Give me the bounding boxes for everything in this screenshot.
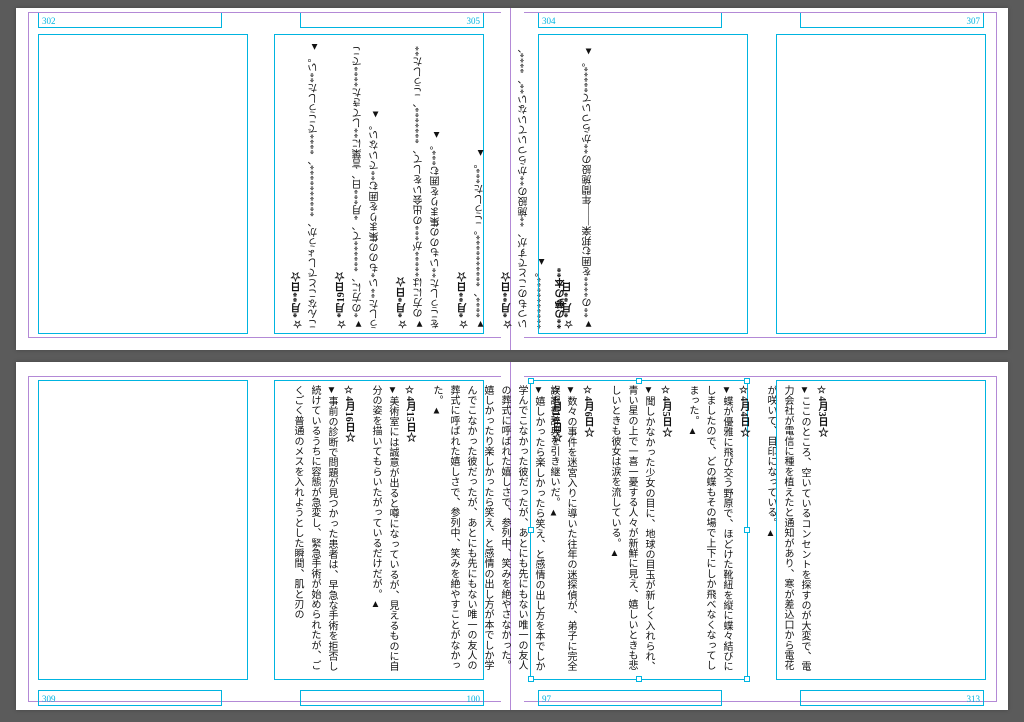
- story-text: [777, 35, 785, 333]
- resize-handle[interactable]: [636, 378, 642, 384]
- text-frame[interactable]: [776, 34, 986, 334]
- text-frame[interactable]: [38, 380, 248, 680]
- resize-handle[interactable]: [528, 676, 534, 682]
- layout-canvas[interactable]: 302 305 304 307 ☆*月**日☆こんなことでしょうか、******…: [0, 0, 1024, 722]
- page-number: 100: [467, 694, 481, 704]
- spread-bottom: ☆4月14日☆▼嬉しかったら楽しかったら笑え、と感情の出し方を本でしか学んでこな…: [16, 362, 1008, 710]
- story-text: [777, 381, 785, 679]
- text-frame[interactable]: [776, 380, 986, 680]
- story-text: [39, 35, 47, 333]
- page-number-frame[interactable]: 97: [538, 690, 722, 706]
- story-text: **の夢の本** ▼**の****を囲む邦楽――年間施設の**からついて****…: [539, 35, 611, 333]
- text-frame[interactable]: [38, 34, 248, 334]
- resize-handle[interactable]: [528, 527, 534, 533]
- resize-handle[interactable]: [744, 378, 750, 384]
- page-number-frame[interactable]: 100: [300, 690, 484, 706]
- story-text: [39, 381, 47, 679]
- page-number: 313: [967, 694, 981, 704]
- spread-top: 302 305 304 307 ☆*月**日☆こんなことでしょうか、******…: [16, 8, 1008, 350]
- text-frame[interactable]: ☆4月14日☆▼嬉しかったら楽しかったら笑え、と感情の出し方を本でしか学んでこな…: [274, 380, 484, 680]
- text-frame[interactable]: ☆*月**日☆こんなことでしょうか、**********、****でこうした**…: [274, 34, 484, 334]
- resize-handle[interactable]: [744, 676, 750, 682]
- page-number-frame[interactable]: 309: [38, 690, 222, 706]
- resize-handle[interactable]: [528, 378, 534, 384]
- page-number: 309: [42, 694, 56, 704]
- text-frame[interactable]: **の夢の本** ▼**の****を囲む邦楽――年間施設の**からついて****…: [538, 34, 748, 334]
- resize-handle[interactable]: [744, 527, 750, 533]
- text-frame-selected[interactable]: ☆4月3日☆▼ここのところ、空いているコンセントを探すのが大変で、電力会社が電信…: [530, 380, 748, 680]
- page-number: 97: [542, 694, 551, 704]
- resize-handle[interactable]: [636, 676, 642, 682]
- page-number-frame[interactable]: 313: [800, 690, 984, 706]
